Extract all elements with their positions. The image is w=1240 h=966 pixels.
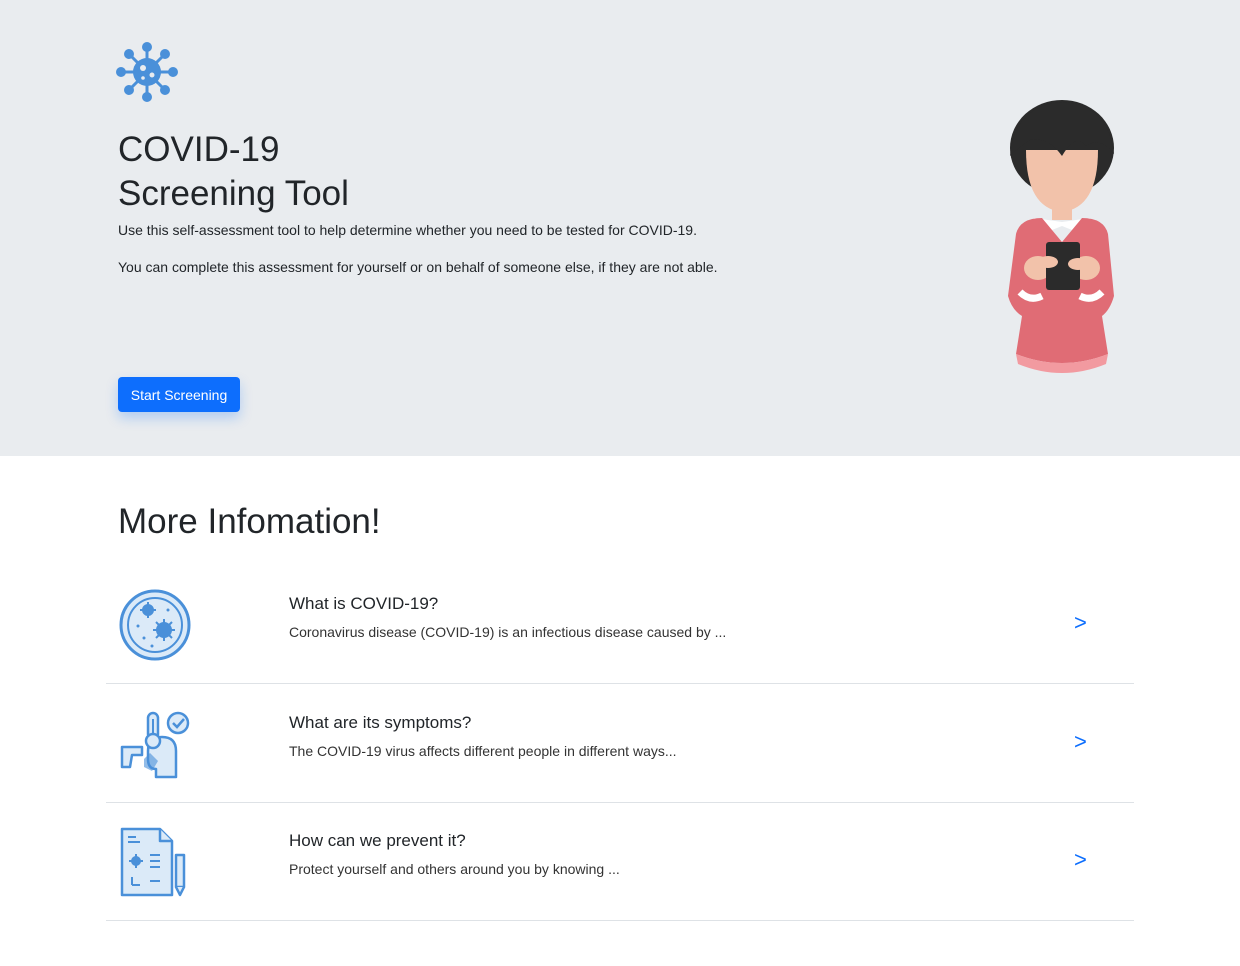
hero-description-1: Use this self-assessment tool to help de… — [118, 222, 697, 238]
hero-description-2: You can complete this assessment for you… — [118, 259, 718, 275]
page-title-line2: Screening Tool — [118, 174, 349, 213]
more-information-heading: More Infomation! — [118, 502, 381, 541]
page-title-line1: COVID-19 — [118, 130, 280, 169]
page-title: COVID-19 Screening Tool — [118, 128, 349, 216]
thermometer-symptoms-icon — [120, 711, 190, 779]
chevron-right-icon[interactable]: > — [1074, 729, 1087, 755]
start-screening-button[interactable]: Start Screening — [118, 377, 240, 412]
hero-section: COVID-19 Screening Tool Use this self-as… — [0, 0, 1240, 456]
info-row-prevention[interactable]: How can we prevent it? Protect yourself … — [106, 803, 1134, 921]
info-item-title: How can we prevent it? — [289, 831, 466, 850]
chevron-right-icon[interactable]: > — [1074, 847, 1087, 873]
chevron-right-icon[interactable]: > — [1074, 610, 1087, 636]
person-with-phone-illustration — [1008, 100, 1114, 373]
info-item-title: What are its symptoms? — [289, 713, 472, 732]
info-item-title: What is COVID-19? — [289, 594, 439, 613]
virus-logo-icon — [116, 42, 178, 102]
info-item-description: Coronavirus disease (COVID-19) is an inf… — [289, 624, 727, 640]
info-row-symptoms[interactable]: What are its symptoms? The COVID-19 viru… — [106, 685, 1134, 803]
info-row-what-is-covid[interactable]: What is COVID-19? Coronavirus disease (C… — [106, 566, 1134, 684]
document-pencil-icon — [120, 827, 186, 897]
info-item-description: Protect yourself and others around you b… — [289, 861, 620, 877]
info-item-description: The COVID-19 virus affects different peo… — [289, 743, 677, 759]
virus-petri-dish-icon — [119, 589, 191, 661]
